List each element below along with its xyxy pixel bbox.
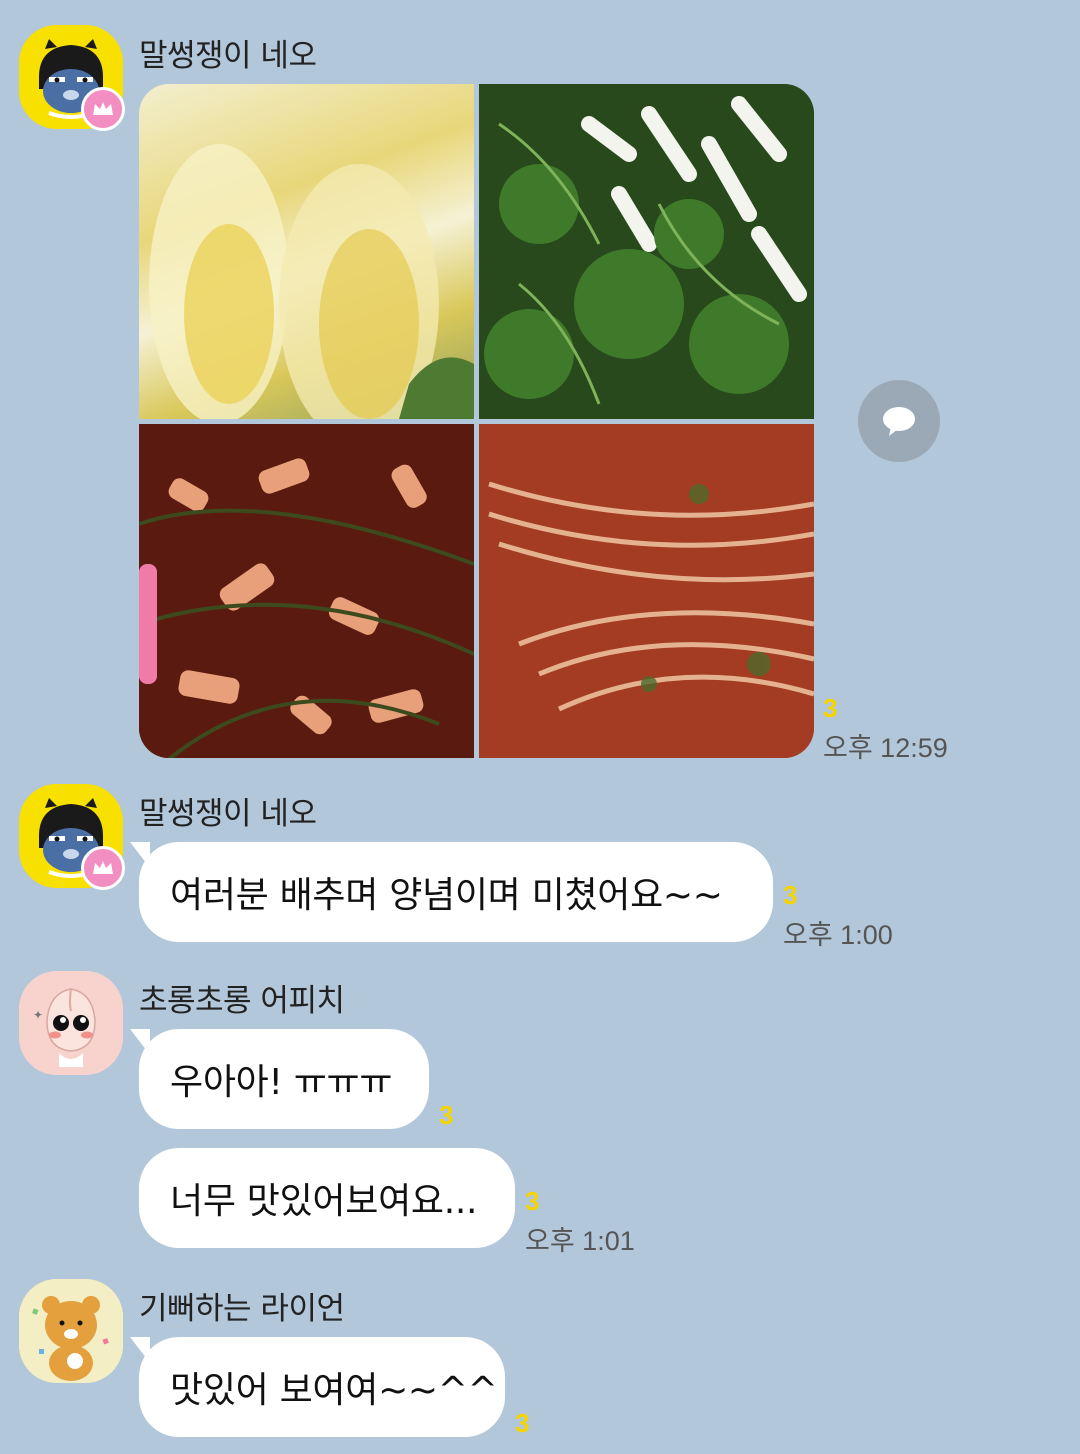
crown-icon — [81, 846, 125, 890]
chat-room: 말썽쟁이 네오 3 오후 12:59 말썽쟁이 네오 여러분 배추며 양념이며 … — [0, 0, 1080, 1454]
message-text: 여러분 배추며 양념이며 미쳤어요~~ — [170, 875, 723, 916]
svg-text:✦: ✦ — [33, 1008, 43, 1022]
message-time: 오후 1:00 — [783, 920, 893, 950]
avatar-neo[interactable] — [19, 25, 125, 131]
share-button[interactable] — [858, 380, 940, 462]
photo-album[interactable] — [139, 84, 814, 758]
unread-count: 3 — [525, 1186, 540, 1216]
cabbage-kimchi-photo-icon — [479, 424, 814, 758]
sender-name: 말썽쟁이 네오 — [139, 796, 317, 832]
avatar-ryan[interactable] — [19, 1279, 123, 1383]
photo-cabbage[interactable] — [139, 84, 474, 444]
sender-name: 초롱초롱 어피치 — [139, 983, 345, 1019]
sender-name: 기뻐하는 라이언 — [139, 1291, 345, 1327]
unread-count: 3 — [823, 693, 838, 723]
photo-radish-kimchi[interactable] — [139, 424, 475, 758]
message-bubble[interactable]: 여러분 배추며 양념이며 미쳤어요~~ — [130, 842, 773, 942]
message-bubble[interactable]: 너무 맛있어보여요... — [139, 1148, 515, 1248]
ryan-avatar-icon — [19, 1279, 123, 1383]
message-time: 오후 1:01 — [525, 1226, 635, 1256]
message-text: 맛있어 보여여~~^^ — [170, 1370, 498, 1411]
radish-kimchi-photo-icon — [139, 424, 475, 758]
cabbage-photo-icon — [149, 144, 474, 444]
greens-photo-icon — [479, 84, 814, 419]
message-text: 우아아! ㅠㅠㅠ — [170, 1062, 393, 1103]
photo-cabbage-kimchi[interactable] — [479, 424, 814, 758]
unread-count: 3 — [515, 1408, 530, 1438]
message-bubble[interactable]: 우아아! ㅠㅠㅠ — [130, 1029, 429, 1129]
apeach-avatar-icon: ✦ — [19, 971, 123, 1075]
message-bubble[interactable]: 맛있어 보여여~~^^ — [130, 1337, 505, 1437]
crown-icon — [81, 87, 125, 131]
unread-count: 3 — [439, 1100, 454, 1130]
unread-count: 3 — [783, 880, 798, 910]
message-time: 오후 12:59 — [823, 733, 948, 763]
sender-name: 말썽쟁이 네오 — [139, 38, 317, 74]
avatar-neo[interactable] — [19, 784, 125, 890]
photo-greens[interactable] — [479, 84, 814, 419]
speech-bubble-icon — [883, 407, 915, 436]
message-text: 너무 맛있어보여요... — [170, 1181, 478, 1222]
avatar-apeach[interactable]: ✦ — [19, 971, 123, 1075]
